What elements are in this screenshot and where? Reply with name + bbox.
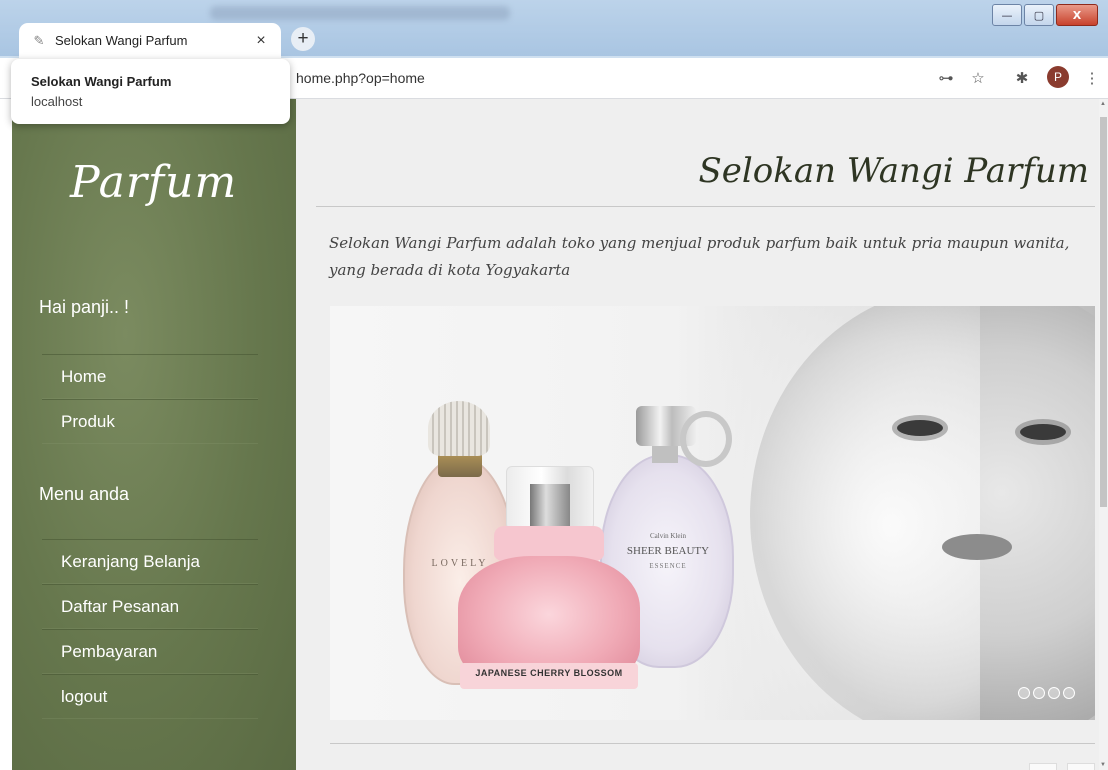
slider-next-button[interactable] — [1067, 763, 1095, 770]
title-divider — [316, 206, 1095, 207]
model-eye-left — [897, 420, 943, 436]
close-window-button[interactable]: X — [1056, 4, 1098, 26]
nav-item-daftar-pesanan[interactable]: Daftar Pesanan — [42, 584, 258, 629]
star-bookmark-icon[interactable]: ☆ — [966, 66, 990, 90]
menu-heading: Menu anda — [39, 484, 130, 504]
content-divider — [330, 743, 1095, 744]
bottle-sheer-sub: ESSENCE — [649, 562, 687, 570]
scroll-up-icon[interactable]: ▲ — [1100, 101, 1106, 107]
hovercard-title: Selokan Wangi Parfum — [31, 74, 172, 89]
nav-item-pembayaran[interactable]: Pembayaran — [42, 629, 258, 674]
new-tab-button[interactable]: + — [291, 27, 315, 51]
scrollbar-thumb[interactable] — [1100, 117, 1107, 507]
main-nav: Home Produk — [42, 354, 258, 444]
hovercard-host: localhost — [31, 94, 83, 109]
user-greeting: Hai panji.. ! — [39, 297, 130, 317]
store-description: Selokan Wangi Parfum adalah toko yang me… — [329, 234, 1070, 279]
window-title-blurred — [210, 6, 510, 20]
bottle-lovely-label: LOVELY — [431, 558, 489, 569]
sidebar: Parfum Hai panji.. ! Home Produk Menu an… — [12, 99, 296, 770]
bottle-sheer-brand: Calvin Klein — [650, 532, 686, 540]
extensions-puzzle-icon[interactable]: ✱ — [1010, 66, 1034, 90]
page-viewport: Parfum Hai panji.. ! Home Produk Menu an… — [0, 99, 1108, 770]
bottle-lovely-cap — [428, 401, 490, 456]
model-lips — [942, 534, 1012, 560]
slider-dot[interactable] — [1033, 687, 1045, 699]
nav-item-produk[interactable]: Produk — [42, 399, 258, 444]
browser-tab[interactable]: ✎ Selokan Wangi Parfum × — [19, 23, 281, 58]
slider-dot[interactable] — [1018, 687, 1030, 699]
image-slider[interactable]: LOVELY Calvin Klein SHEER BEAUTY ESSENCE… — [330, 306, 1095, 720]
maximize-button[interactable]: ▢ — [1024, 4, 1054, 26]
bottle-sheer-ring — [680, 411, 732, 467]
nav-item-home[interactable]: Home — [42, 354, 258, 399]
page-title: Selokan Wangi Parfum — [698, 151, 1089, 191]
nav-item-logout[interactable]: logout — [42, 674, 258, 719]
slider-prev-button[interactable] — [1029, 763, 1057, 770]
slider-dot[interactable] — [1063, 687, 1075, 699]
window-controls: — ▢ X — [992, 4, 1098, 26]
profile-avatar[interactable]: P — [1047, 66, 1069, 88]
scroll-down-icon[interactable]: ▼ — [1100, 762, 1106, 768]
left-gutter — [0, 99, 12, 770]
bottle-pink-label: JAPANESE CHERRY BLOSSOM — [475, 668, 623, 678]
model-eye-right — [1020, 424, 1066, 440]
tab-title: Selokan Wangi Parfum — [55, 33, 188, 48]
key-icon[interactable]: ⊶ — [934, 66, 958, 90]
slider-pagination — [1018, 687, 1075, 699]
slider-dot[interactable] — [1048, 687, 1060, 699]
nav-item-keranjang[interactable]: Keranjang Belanja — [42, 539, 258, 584]
vertical-scrollbar[interactable]: ▲ ▼ — [1099, 99, 1108, 770]
bottle-pink-neck — [530, 484, 570, 528]
site-logo[interactable]: Parfum — [70, 157, 237, 208]
tab-hover-card: Selokan Wangi Parfum localhost — [11, 59, 290, 124]
perfume-favicon-icon: ✎ — [33, 32, 45, 48]
bottle-sheer-name: SHEER BEAUTY — [626, 545, 710, 557]
minimize-button[interactable]: — — [992, 4, 1022, 26]
user-nav: Keranjang Belanja Daftar Pesanan Pembaya… — [42, 539, 258, 719]
menu-kebab-icon[interactable]: ⋮ — [1080, 66, 1104, 90]
close-tab-icon[interactable]: × — [251, 32, 271, 50]
main-content: Selokan Wangi Parfum Selokan Wangi Parfu… — [296, 99, 1099, 770]
url-text[interactable]: home.php?op=home — [296, 70, 425, 86]
